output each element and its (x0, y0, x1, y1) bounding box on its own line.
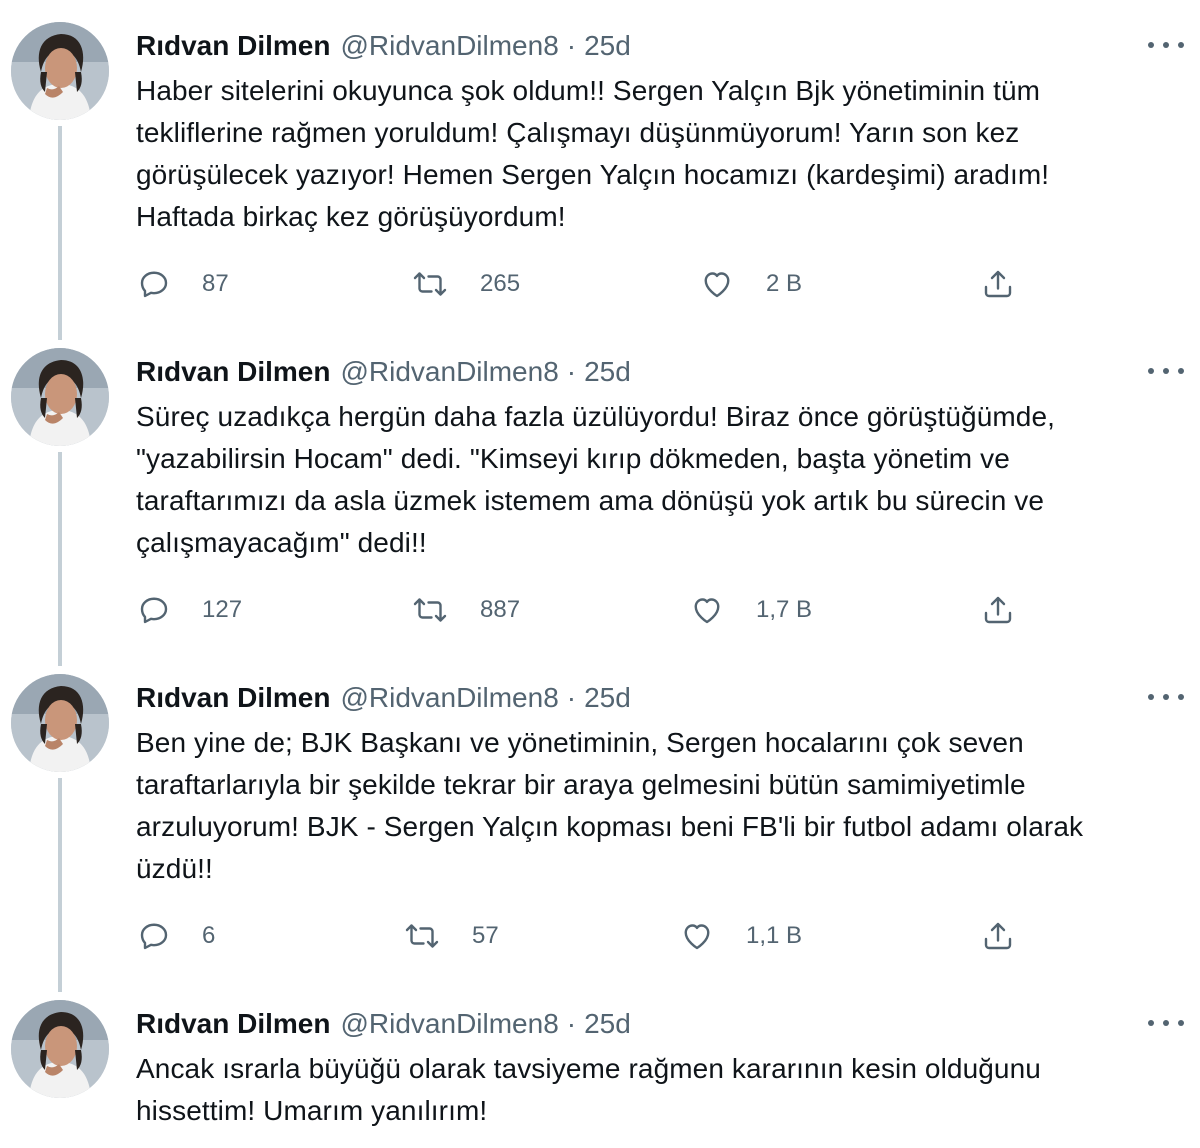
share-icon (984, 922, 1012, 950)
tweet-text: Haber sitelerini okuyunca şok oldum!! Se… (136, 70, 1176, 238)
like-button[interactable]: 2 B (698, 264, 802, 304)
tweet-timestamp[interactable]: 25d (584, 352, 631, 392)
retweet-icon (413, 272, 447, 296)
separator-dot: · (566, 682, 577, 713)
tweet-timestamp[interactable]: 25d (584, 1004, 631, 1044)
more-options-icon[interactable] (1148, 358, 1184, 384)
retweet-count: 265 (480, 270, 521, 297)
tweet-1[interactable]: Rıdvan Dilmen @RidvanDilmen8 · 25d Haber… (0, 0, 1200, 326)
tweet-text-line: hissettim! Umarım yanılırım! (136, 1095, 488, 1126)
tweet-header: Rıdvan Dilmen @RidvanDilmen8 · 25d (136, 26, 631, 66)
avatar-image (11, 22, 109, 120)
tweet-timestamp[interactable]: 25d (584, 678, 631, 718)
heart-icon (684, 924, 710, 950)
tweet-text: Süreç uzadıkça hergün daha fazla üzülüyo… (136, 396, 1176, 564)
tweet-4[interactable]: Rıdvan Dilmen @RidvanDilmen8 · 25d Ancak… (0, 978, 1200, 1148)
heart-icon (694, 598, 720, 624)
retweet-count: 887 (480, 596, 521, 623)
tweet-header: Rıdvan Dilmen @RidvanDilmen8 · 25d (136, 678, 631, 718)
avatar[interactable] (11, 348, 109, 446)
like-count: 1,1 B (746, 922, 803, 949)
tweet-text: Ancak ısrarla büyüğü olarak tavsiyeme ra… (136, 1048, 1176, 1132)
separator-dot: · (566, 356, 577, 387)
retweet-count: 57 (472, 922, 499, 949)
avatar[interactable] (11, 1000, 109, 1098)
tweet-text-line: "yazabilirsin Hocam" dedi. "Kimseyi kırı… (136, 443, 1010, 474)
tweet-text-line: Haber sitelerini okuyunca şok oldum!! Se… (136, 75, 1041, 106)
reply-button[interactable]: 127 (136, 590, 242, 630)
tweet-text-line: Süreç uzadıkça hergün daha fazla üzülüyo… (136, 401, 1056, 432)
like-button[interactable]: 1,1 B (678, 916, 802, 956)
tweet-header: Rıdvan Dilmen @RidvanDilmen8 · 25d (136, 1004, 631, 1044)
author-handle[interactable]: @RidvanDilmen8 (340, 352, 558, 392)
tweet-text-line: üzdü!! (136, 853, 213, 884)
tweet-text-line: taraftarlarıyla bir şekilde tekrar bir a… (136, 769, 1026, 800)
author-handle[interactable]: @RidvanDilmen8 (340, 678, 558, 718)
reply-count: 87 (202, 270, 229, 297)
reply-button[interactable]: 87 (136, 264, 229, 304)
avatar-image (11, 1000, 109, 1098)
tweet-text-line: görüşülecek yazıyor! Hemen Sergen Yalçın… (136, 159, 1050, 190)
author-name[interactable]: Rıdvan Dilmen (136, 678, 330, 718)
reply-icon (140, 923, 168, 950)
retweet-icon (405, 924, 439, 948)
share-button[interactable] (980, 264, 1016, 304)
separator-dot: · (566, 1008, 577, 1039)
tweet-text-line: tekliflerine rağmen yoruldum! Çalışmayı … (136, 117, 1020, 148)
like-count: 1,7 B (756, 596, 813, 623)
tweet-actions: 127 887 1,7 B (136, 590, 1036, 630)
avatar[interactable] (11, 22, 109, 120)
share-icon (984, 270, 1012, 298)
tweet-header: Rıdvan Dilmen @RidvanDilmen8 · 25d (136, 352, 631, 392)
tweet-text-line: taraftarımızı da asla üzmek istemem ama … (136, 485, 1045, 516)
reply-button[interactable]: 6 (136, 916, 215, 956)
share-icon (984, 596, 1012, 624)
more-options-icon[interactable] (1148, 1010, 1184, 1036)
share-button[interactable] (980, 590, 1016, 630)
tweet-text-line: Ben yine de; BJK Başkanı ve yönetiminin,… (136, 727, 1024, 758)
more-options-icon[interactable] (1148, 32, 1184, 58)
tweet-text-line: arzuluyorum! BJK - Sergen Yalçın kopması… (136, 811, 1084, 842)
author-name[interactable]: Rıdvan Dilmen (136, 352, 330, 392)
tweet-actions: 87 265 2 B (136, 264, 1036, 304)
avatar[interactable] (11, 674, 109, 772)
retweet-icon (413, 598, 447, 622)
avatar-image (11, 348, 109, 446)
like-button[interactable]: 1,7 B (688, 590, 812, 630)
reply-icon (140, 597, 168, 624)
retweet-button[interactable]: 265 (410, 264, 520, 304)
share-button[interactable] (980, 916, 1016, 956)
tweet-2[interactable]: Rıdvan Dilmen @RidvanDilmen8 · 25d Süreç… (0, 326, 1200, 652)
retweet-button[interactable]: 887 (410, 590, 520, 630)
author-handle[interactable]: @RidvanDilmen8 (340, 1004, 558, 1044)
author-name[interactable]: Rıdvan Dilmen (136, 26, 330, 66)
tweet-text-line: Haftada birkaç kez görüşüyordum! (136, 201, 566, 232)
tweet-3[interactable]: Rıdvan Dilmen @RidvanDilmen8 · 25d Ben y… (0, 652, 1200, 978)
tweet-actions: 6 57 1,1 B (136, 916, 1036, 956)
more-options-icon[interactable] (1148, 684, 1184, 710)
reply-count: 6 (202, 922, 216, 949)
heart-icon (704, 272, 730, 298)
separator-dot: · (566, 30, 577, 61)
avatar-image (11, 674, 109, 772)
tweet-text: Ben yine de; BJK Başkanı ve yönetiminin,… (136, 722, 1176, 890)
author-name[interactable]: Rıdvan Dilmen (136, 1004, 330, 1044)
reply-count: 127 (202, 596, 243, 623)
reply-icon (140, 271, 168, 298)
author-handle[interactable]: @RidvanDilmen8 (340, 26, 558, 66)
tweet-text-line: Ancak ısrarla büyüğü olarak tavsiyeme ra… (136, 1053, 1041, 1084)
tweet-timestamp[interactable]: 25d (584, 26, 631, 66)
retweet-button[interactable]: 57 (402, 916, 499, 956)
tweet-text-line: çalışmayacağım" dedi!! (136, 527, 427, 558)
like-count: 2 B (766, 270, 803, 297)
tweet-thread: Rıdvan Dilmen @RidvanDilmen8 · 25d Haber… (0, 0, 1200, 1148)
